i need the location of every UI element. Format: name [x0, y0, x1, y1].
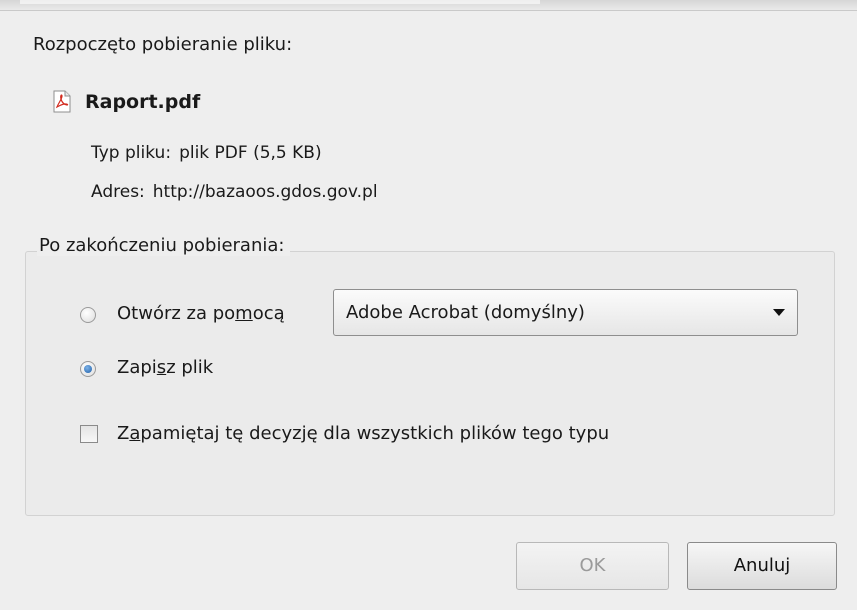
save-file-label[interactable]: Zapisz plik [117, 357, 213, 378]
file-type-label: Typ pliku: [91, 143, 172, 163]
cancel-button[interactable]: Anuluj [687, 542, 837, 590]
application-select[interactable]: Adobe Acrobat (domyślny) [333, 289, 798, 336]
file-name: Raport.pdf [85, 90, 201, 113]
remember-decision-label[interactable]: Zapamiętaj tę decyzję dla wszystkich pli… [117, 423, 609, 444]
remember-decision-checkbox[interactable] [80, 425, 98, 443]
application-select-value: Adobe Acrobat (domyślny) [346, 302, 585, 323]
open-with-label[interactable]: Otwórz za pomocą [117, 303, 285, 324]
dialog-heading: Rozpoczęto pobieranie pliku: [33, 34, 293, 55]
file-row: Raport.pdf [53, 90, 200, 113]
file-address-row: Adres: http://bazaoos.gdos.gov.pl [91, 182, 378, 202]
save-file-radio[interactable] [80, 361, 96, 377]
download-dialog: Rozpoczęto pobieranie pliku: Raport.pdf … [0, 0, 857, 610]
file-type-value: plik PDF (5,5 KB) [179, 143, 322, 163]
window-top-edge [0, 0, 857, 11]
ok-button[interactable]: OK [516, 542, 669, 590]
dropdown-arrow-icon[interactable] [773, 309, 785, 316]
file-type-row: Typ pliku: plik PDF (5,5 KB) [91, 143, 322, 163]
open-with-radio[interactable] [80, 307, 96, 323]
pdf-file-icon [53, 90, 71, 113]
file-address-label: Adres: [91, 182, 145, 202]
file-address-value: http://bazaoos.gdos.gov.pl [152, 182, 378, 202]
after-download-legend: Po zakończeniu pobierania: [37, 235, 291, 256]
